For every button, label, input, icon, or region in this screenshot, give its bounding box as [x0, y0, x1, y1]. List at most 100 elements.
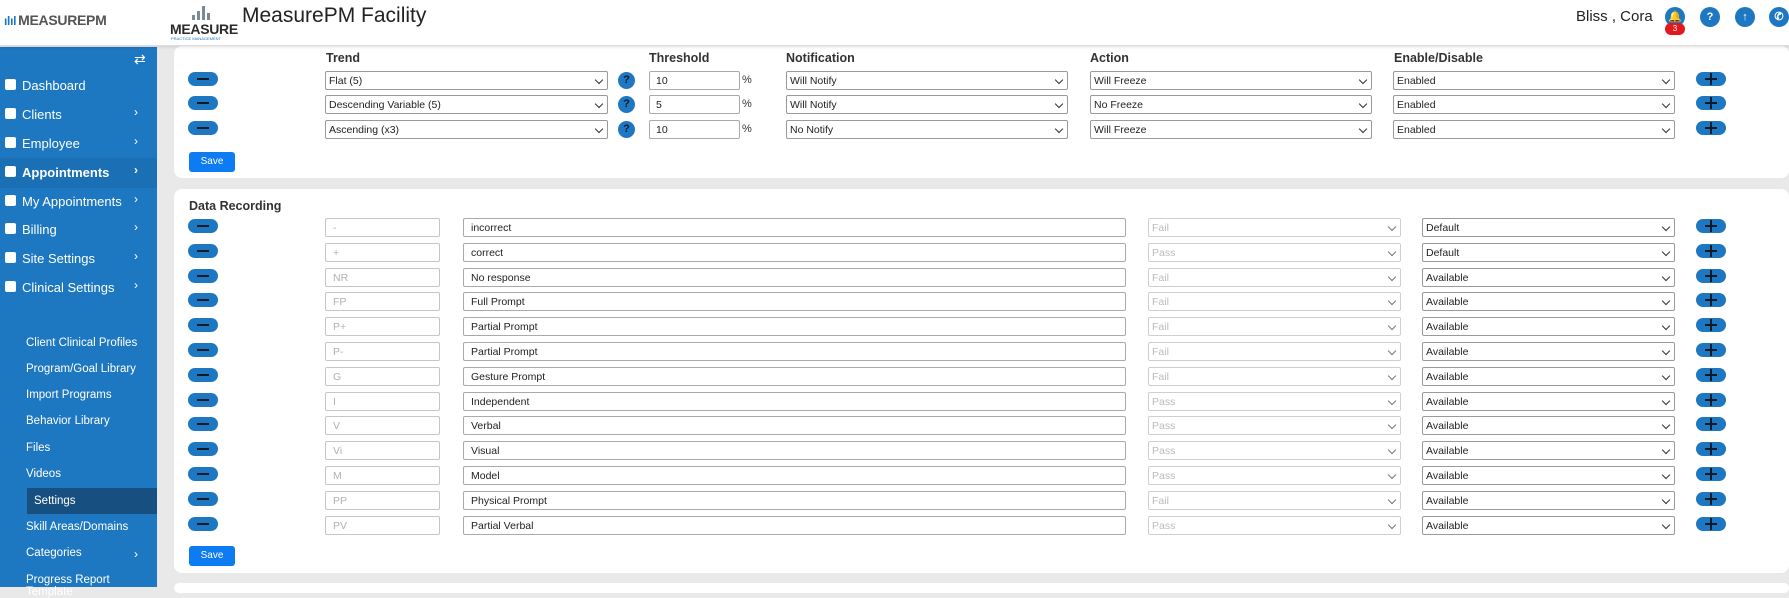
trend-save-button[interactable]: Save	[189, 152, 235, 172]
recording-code-input[interactable]: -	[325, 218, 440, 237]
recording-result-select[interactable]: Pass	[1148, 243, 1401, 262]
trend-select[interactable]: Descending Variable (5)	[325, 95, 608, 114]
recording-result-select[interactable]: Fail	[1148, 268, 1401, 287]
sidebar-sub-skill-areas[interactable]: Skill Areas/Domains	[26, 521, 128, 533]
remove-recording-row-button[interactable]	[188, 467, 218, 481]
recording-description-input[interactable]: Verbal	[463, 416, 1126, 435]
recording-description-input[interactable]: Partial Prompt	[463, 342, 1126, 361]
recording-code-input[interactable]: NR	[325, 268, 440, 287]
recording-status-select[interactable]: Available	[1422, 317, 1675, 336]
sidebar-sub-program-goal-library[interactable]: Program/Goal Library	[26, 363, 136, 375]
recording-result-select[interactable]: Fail	[1148, 342, 1401, 361]
recording-code-input[interactable]: I	[325, 392, 440, 411]
add-trend-row-button[interactable]	[1696, 121, 1726, 135]
recording-result-select[interactable]: Fail	[1148, 491, 1401, 510]
remove-recording-row-button[interactable]	[188, 368, 218, 382]
recording-status-select[interactable]: Available	[1422, 491, 1675, 510]
remove-recording-row-button[interactable]	[188, 244, 218, 258]
enable-disable-select[interactable]: Enabled	[1393, 71, 1675, 90]
recording-result-select[interactable]: Pass	[1148, 466, 1401, 485]
recording-result-select[interactable]: Pass	[1148, 416, 1401, 435]
sidebar-item-employee[interactable]: Employee ›	[0, 129, 157, 159]
trend-select[interactable]: Flat (5)	[325, 71, 608, 90]
add-recording-row-button[interactable]	[1696, 293, 1726, 307]
recording-status-select[interactable]: Available	[1422, 416, 1675, 435]
recording-result-select[interactable]: Pass	[1148, 516, 1401, 535]
recording-description-input[interactable]: Gesture Prompt	[463, 367, 1126, 386]
recording-code-input[interactable]: P+	[325, 317, 440, 336]
recording-code-input[interactable]: FP	[325, 292, 440, 311]
recording-result-select[interactable]: Fail	[1148, 218, 1401, 237]
recording-code-input[interactable]: V	[325, 416, 440, 435]
remove-recording-row-button[interactable]	[188, 343, 218, 357]
sidebar-item-my-appointments[interactable]: My Appointments ›	[0, 187, 157, 217]
recording-description-input[interactable]: incorrect	[463, 218, 1126, 237]
recording-description-input[interactable]: Full Prompt	[463, 292, 1126, 311]
remove-recording-row-button[interactable]	[188, 293, 218, 307]
recording-description-input[interactable]: Visual	[463, 441, 1126, 460]
recording-code-input[interactable]: Vi	[325, 441, 440, 460]
add-recording-row-button[interactable]	[1696, 393, 1726, 407]
sidebar-sub-import-programs[interactable]: Import Programs	[26, 389, 112, 401]
recording-code-input[interactable]: PP	[325, 491, 440, 510]
user-name[interactable]: Bliss , Cora	[1576, 8, 1653, 25]
add-recording-row-button[interactable]	[1696, 269, 1726, 283]
add-recording-row-button[interactable]	[1696, 244, 1726, 258]
help-icon[interactable]: ?	[618, 121, 635, 138]
measure-logo[interactable]: MEASURE PRACTICE MANAGEMENT	[170, 4, 240, 42]
recording-description-input[interactable]: Physical Prompt	[463, 491, 1126, 510]
sidebar-toggle-icon[interactable]: ⇄	[134, 51, 146, 68]
sidebar-item-clinical-settings[interactable]: Clinical Settings ›	[0, 273, 157, 303]
trend-select[interactable]: Ascending (x3)	[325, 120, 608, 139]
recording-description-input[interactable]: Independent	[463, 392, 1126, 411]
recording-result-select[interactable]: Fail	[1148, 317, 1401, 336]
recording-code-input[interactable]: P-	[325, 342, 440, 361]
add-recording-row-button[interactable]	[1696, 318, 1726, 332]
sidebar-sub-videos[interactable]: Videos	[26, 468, 61, 480]
sidebar-sub-client-clinical-profiles[interactable]: Client Clinical Profiles	[26, 337, 137, 349]
remove-recording-row-button[interactable]	[188, 318, 218, 332]
recording-status-select[interactable]: Default	[1422, 243, 1675, 262]
recording-status-select[interactable]: Available	[1422, 441, 1675, 460]
remove-recording-row-button[interactable]	[188, 269, 218, 283]
help-icon[interactable]: ?	[618, 72, 635, 89]
upload-icon[interactable]: ↑	[1735, 7, 1755, 27]
remove-recording-row-button[interactable]	[188, 393, 218, 407]
recording-status-select[interactable]: Available	[1422, 516, 1675, 535]
data-recording-save-button[interactable]: Save	[189, 546, 235, 566]
add-recording-row-button[interactable]	[1696, 517, 1726, 531]
help-icon[interactable]: ?	[618, 96, 635, 113]
notification-select[interactable]: Will Notify	[786, 95, 1068, 114]
recording-status-select[interactable]: Available	[1422, 292, 1675, 311]
sidebar-sub-settings[interactable]: Settings	[34, 495, 76, 507]
threshold-input[interactable]: 10	[649, 71, 740, 90]
remove-recording-row-button[interactable]	[188, 492, 218, 506]
recording-description-input[interactable]: Partial Verbal	[463, 516, 1126, 535]
recording-status-select[interactable]: Available	[1422, 367, 1675, 386]
add-recording-row-button[interactable]	[1696, 467, 1726, 481]
recording-code-input[interactable]: +	[325, 243, 440, 262]
recording-status-select[interactable]: Available	[1422, 342, 1675, 361]
sidebar-item-dashboard[interactable]: Dashboard	[0, 71, 157, 101]
remove-recording-row-button[interactable]	[188, 442, 218, 456]
recording-code-input[interactable]: G	[325, 367, 440, 386]
sidebar-item-billing[interactable]: Billing ›	[0, 215, 157, 245]
add-recording-row-button[interactable]	[1696, 343, 1726, 357]
notification-select[interactable]: Will Notify	[786, 71, 1068, 90]
recording-result-select[interactable]: Pass	[1148, 392, 1401, 411]
recording-code-input[interactable]: PV	[325, 516, 440, 535]
recording-status-select[interactable]: Default	[1422, 218, 1675, 237]
add-trend-row-button[interactable]	[1696, 72, 1726, 86]
add-recording-row-button[interactable]	[1696, 492, 1726, 506]
remove-trend-row-button[interactable]	[188, 96, 218, 110]
enable-disable-select[interactable]: Enabled	[1393, 120, 1675, 139]
phone-icon[interactable]: ✆	[1769, 7, 1789, 27]
recording-status-select[interactable]: Available	[1422, 466, 1675, 485]
remove-trend-row-button[interactable]	[188, 72, 218, 86]
sidebar-item-appointments[interactable]: Appointments ›	[0, 158, 157, 188]
recording-description-input[interactable]: Model	[463, 466, 1126, 485]
sidebar-sub-progress-report-template[interactable]: Progress Report Template	[26, 574, 157, 598]
remove-trend-row-button[interactable]	[188, 121, 218, 135]
recording-description-input[interactable]: Partial Prompt	[463, 317, 1126, 336]
remove-recording-row-button[interactable]	[188, 417, 218, 431]
